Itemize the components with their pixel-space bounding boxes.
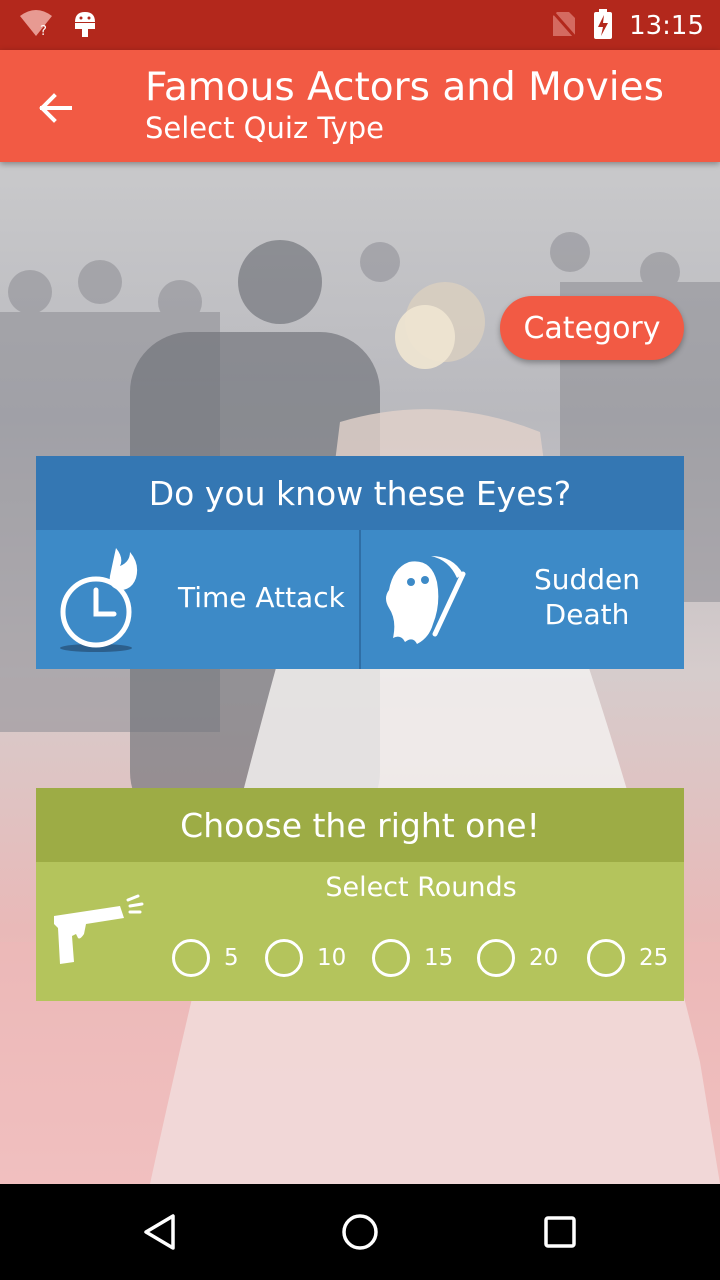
radio-circle[interactable]: [372, 939, 410, 977]
nav-home-button[interactable]: [336, 1208, 384, 1256]
round-option-25[interactable]: 25: [587, 938, 668, 978]
android-debug-icon: [72, 8, 98, 42]
sudden-death-label: Sudden Death: [533, 563, 641, 631]
navigation-bar: [0, 1184, 720, 1280]
nav-recents-button[interactable]: [536, 1208, 584, 1256]
eyes-quiz-card: Do you know these Eyes? Time Attack Sudd…: [36, 456, 684, 669]
round-option-20[interactable]: 20: [477, 938, 558, 978]
content-area: Category Do you know these Eyes? Time At…: [0, 162, 720, 1184]
round-label: 10: [317, 945, 347, 971]
round-label: 20: [529, 945, 559, 971]
battery-charging-icon: [593, 8, 613, 44]
app-subtitle: Select Quiz Type: [145, 111, 384, 145]
eyes-quiz-title: Do you know these Eyes?: [36, 456, 684, 530]
back-triangle-icon: [144, 1214, 175, 1250]
home-circle-icon: [342, 1214, 378, 1250]
status-bar: ? 13:15: [0, 0, 720, 50]
nav-back-button[interactable]: [136, 1208, 184, 1256]
arrow-back-icon: [39, 93, 72, 123]
pistol-icon: [50, 888, 146, 972]
radio-circle[interactable]: [265, 939, 303, 977]
round-label: 25: [639, 945, 669, 971]
sudden-death-button[interactable]: Sudden Death: [361, 530, 684, 669]
choose-quiz-card: Choose the right one! Select Rounds 5 10…: [36, 788, 684, 1001]
time-attack-label: Time Attack: [178, 581, 345, 614]
choose-quiz-title: Choose the right one!: [36, 788, 684, 862]
recents-square-icon: [544, 1216, 576, 1248]
radio-circle[interactable]: [587, 939, 625, 977]
back-button[interactable]: [30, 86, 82, 130]
round-option-10[interactable]: 10: [265, 938, 346, 978]
category-button[interactable]: Category: [500, 296, 684, 360]
app-bar: Famous Actors and Movies Select Quiz Typ…: [0, 50, 720, 162]
radio-circle[interactable]: [477, 939, 515, 977]
ghost-scythe-icon: [379, 552, 475, 656]
app-title: Famous Actors and Movies: [145, 65, 664, 110]
radio-circle[interactable]: [172, 939, 210, 977]
stopwatch-fire-icon: [58, 544, 142, 658]
round-option-5[interactable]: 5: [172, 938, 239, 978]
svg-text:?: ?: [40, 24, 47, 38]
select-rounds-label: Select Rounds: [325, 872, 517, 903]
round-label: 15: [424, 945, 454, 971]
round-option-15[interactable]: 15: [372, 938, 453, 978]
wifi-question-icon: ?: [18, 8, 54, 42]
time-attack-button[interactable]: Time Attack: [36, 530, 359, 669]
no-sim-icon: [551, 9, 577, 43]
round-label: 5: [224, 945, 239, 971]
status-time: 13:15: [629, 11, 704, 41]
